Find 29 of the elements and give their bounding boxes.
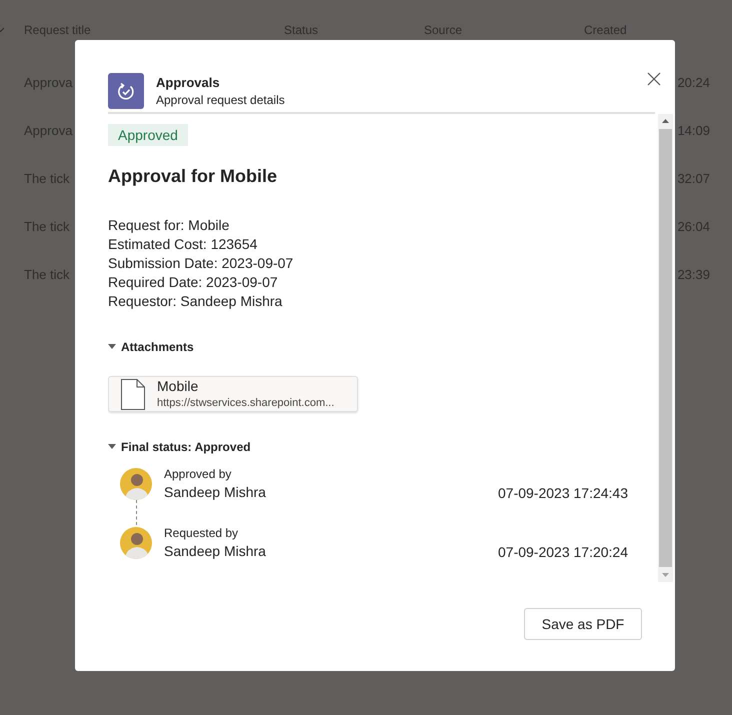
avatar: [120, 527, 152, 559]
file-url: https://stwservices.sharepoint.com...: [157, 396, 334, 411]
section-heading: Attachments: [121, 340, 194, 354]
person-name: Sandeep Mishra: [164, 542, 267, 560]
detail-line: Requestor: Sandeep Mishra: [108, 292, 284, 311]
person-name: Sandeep Mishra: [164, 483, 267, 501]
document-icon: [121, 378, 145, 410]
detail-line: Submission Date: 2023-09-07: [108, 254, 294, 273]
detail-line: Estimated Cost: 123654: [108, 235, 258, 254]
approval-title: Approval for Mobile: [108, 165, 278, 188]
status-badge: Approved: [108, 124, 188, 146]
detail-line: Required Date: 2023-09-07: [108, 273, 279, 292]
scroll-up-icon[interactable]: [662, 119, 669, 123]
attachment-card[interactable]: Mobile https://stwservices.sharepoint.com...: [108, 376, 358, 412]
section-toggle[interactable]: Attachments: [108, 340, 194, 354]
scrollbar[interactable]: [658, 114, 673, 582]
file-name: Mobile: [157, 377, 200, 395]
action-label: Requested by: [164, 525, 240, 542]
action-label: Approved by: [164, 466, 232, 483]
avatar: [120, 468, 152, 500]
approvals-app-icon: [108, 73, 144, 109]
dialog-subtitle: Approval request details: [156, 92, 286, 108]
close-icon[interactable]: [647, 72, 661, 86]
timestamp: 07-09-2023 17:20:24: [498, 543, 628, 561]
app-name: Approvals: [156, 74, 221, 92]
detail-line: Request for: Mobile: [108, 216, 230, 235]
chevron-icon: [0, 27, 4, 33]
save-pdf-button[interactable]: Save as PDF: [524, 608, 642, 640]
timestamp: 07-09-2023 17:24:43: [498, 484, 628, 502]
